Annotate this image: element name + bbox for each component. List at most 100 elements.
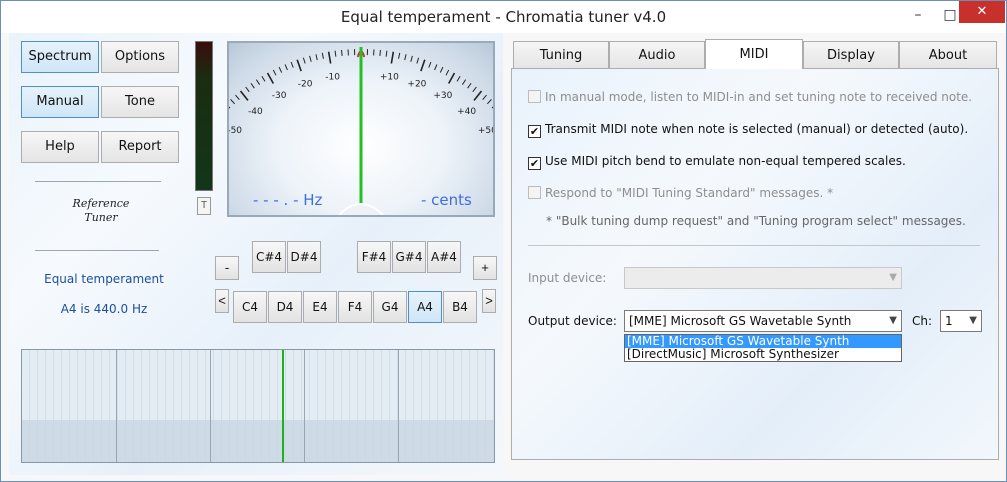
option-label: Transmit MIDI note when note is selected…: [545, 122, 969, 136]
pitch-bend-option[interactable]: ✔ Use MIDI pitch bend to emulate non-equa…: [528, 154, 906, 170]
tab-about[interactable]: About: [899, 41, 997, 69]
input-device-select[interactable]: ▼: [624, 267, 902, 289]
manual-button[interactable]: Manual: [21, 86, 99, 118]
note-key-d-sharp-4[interactable]: D#4: [287, 241, 321, 273]
reference-tuner-logo: Reference Tuner: [71, 197, 131, 233]
meter-tick: [315, 54, 318, 61]
spectrum-gridline: [210, 350, 211, 462]
meter-tick-label: -10: [325, 72, 340, 82]
tone-button[interactable]: Tone: [101, 86, 179, 118]
meter-tick-label: +40: [457, 107, 476, 117]
next-note-button[interactable]: >: [482, 289, 496, 313]
spectrum-button[interactable]: Spectrum: [21, 41, 99, 73]
note-key-f4[interactable]: F4: [338, 291, 372, 323]
output-device-dropdown: [MME] Microsoft GS Wavetable Synth [Dire…: [624, 334, 902, 362]
help-button[interactable]: Help: [21, 131, 99, 163]
meter-tick-label: -30: [272, 91, 287, 101]
transmit-midi-note-option[interactable]: ✔ Transmit MIDI note when note is selecte…: [528, 122, 968, 138]
meter-tick: [420, 59, 426, 72]
octave-down-button[interactable]: -: [215, 256, 239, 280]
note-key-b4[interactable]: B4: [443, 291, 477, 323]
meter-scale: -50 -40 -30 -20 -10 +10 +20 +30 +40+50: [229, 47, 493, 215]
meter-tick: [404, 54, 407, 61]
meter-tick-label: +10: [380, 72, 399, 82]
spectrum-peak-line: [282, 350, 284, 462]
meter-tick: [235, 94, 240, 100]
meter-tick-label: -40: [248, 107, 263, 117]
meter-tick: [245, 86, 250, 93]
app-window: Equal temperament - Chromatia tuner v4.0…: [0, 0, 1007, 482]
meter-tick: [482, 94, 487, 100]
meter-tick: [309, 55, 312, 62]
meter-tick: [461, 79, 467, 85]
needle-pivot: [338, 203, 384, 215]
input-level-meter: [195, 41, 213, 191]
note-key-g-sharp-4[interactable]: G#4: [392, 241, 426, 273]
channel-select[interactable]: 1 ▼: [940, 310, 982, 332]
tab-tuning[interactable]: Tuning: [513, 41, 609, 69]
meter-tick: [239, 90, 249, 101]
chevron-down-icon: ▼: [969, 315, 977, 326]
listen-midi-in-checkbox[interactable]: [528, 90, 541, 103]
meter-tick: [284, 64, 288, 71]
minimize-button[interactable]: –: [903, 3, 933, 27]
frequency-readout: - - - . - Hz: [253, 191, 323, 209]
meter-tick: [321, 52, 324, 59]
tab-midi[interactable]: MIDI: [705, 39, 803, 69]
meter-tick-label: -20: [298, 79, 313, 89]
meter-tick-label: -50: [229, 126, 242, 136]
midi-tuning-standard-option[interactable]: Respond to "MIDI Tuning Standard" messag…: [528, 186, 833, 200]
meter-tick-label: +20: [407, 79, 426, 89]
temperament-label: Equal temperament: [44, 272, 164, 286]
spectrum-gridline: [398, 350, 399, 462]
midi-tuning-standard-checkbox[interactable]: [528, 186, 541, 199]
divider: [35, 250, 159, 251]
meter-tick: [230, 99, 235, 105]
note-key-c-sharp-4[interactable]: C#4: [252, 241, 286, 273]
chevron-down-icon: ▼: [889, 272, 897, 283]
note-key-g4[interactable]: G4: [373, 291, 407, 323]
meter-tick: [410, 55, 413, 62]
output-device-value: [MME] Microsoft GS Wavetable Synth: [629, 314, 852, 328]
meter-tick: [302, 57, 306, 64]
meter-tick: [491, 106, 493, 109]
note-key-c4[interactable]: C4: [233, 291, 267, 323]
transmit-midi-note-checkbox[interactable]: ✔: [528, 125, 541, 138]
level-knob[interactable]: T: [197, 197, 211, 215]
meter-tick: [434, 64, 438, 71]
output-device-select[interactable]: [MME] Microsoft GS Wavetable Synth ▼: [624, 310, 902, 332]
meter-tick: [439, 66, 444, 73]
meter-tick: [341, 49, 343, 56]
spectrum-display: [21, 349, 495, 463]
note-key-d4[interactable]: D4: [268, 291, 302, 323]
listen-midi-in-option[interactable]: In manual mode, listen to MIDI-in and se…: [528, 90, 972, 104]
title-bar: Equal temperament - Chromatia tuner v4.0…: [1, 1, 1006, 33]
previous-note-button[interactable]: <: [215, 289, 229, 313]
note-key-a-sharp-4[interactable]: A#4: [427, 241, 461, 273]
meter-tick: [385, 50, 388, 57]
tab-audio[interactable]: Audio: [609, 41, 705, 69]
chevron-down-icon: ▼: [889, 315, 897, 326]
tab-display[interactable]: Display: [803, 41, 899, 69]
octave-up-button[interactable]: +: [473, 256, 497, 280]
note-key-f-sharp-4[interactable]: F#4: [357, 241, 391, 273]
meter-tick: [334, 50, 337, 57]
note-key-e4[interactable]: E4: [303, 291, 337, 323]
close-button[interactable]: ✕: [959, 1, 1005, 23]
meter-tick: [447, 72, 456, 84]
window-title: Equal temperament - Chromatia tuner v4.0: [340, 8, 667, 26]
options-button[interactable]: Options: [101, 41, 179, 73]
note-key-a4[interactable]: A4: [408, 291, 442, 323]
logo-text: Tuner: [84, 211, 118, 224]
reference-pitch-label: A4 is 440.0 Hz: [60, 302, 148, 316]
meter-tick: [327, 51, 332, 64]
meter-tick: [390, 51, 395, 64]
spectrum-gridline: [116, 350, 117, 462]
dropdown-option-synthesizer[interactable]: [DirectMusic] Microsoft Synthesizer: [625, 348, 901, 361]
pitch-bend-checkbox[interactable]: ✔: [528, 157, 541, 170]
meter-tick: [428, 61, 432, 68]
meter-tick-label: +30: [433, 91, 452, 101]
channel-label: Ch:: [912, 314, 933, 328]
report-button[interactable]: Report: [101, 131, 179, 163]
option-label: Use MIDI pitch bend to emulate non-equal…: [545, 154, 906, 168]
